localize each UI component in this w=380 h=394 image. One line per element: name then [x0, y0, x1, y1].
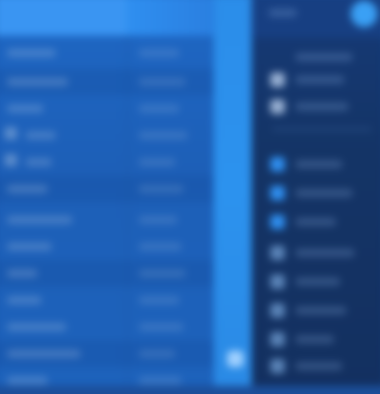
- list-item-label: [6, 349, 81, 358]
- dark-list-item[interactable]: [252, 180, 380, 207]
- list-item-label: [6, 184, 48, 194]
- dark-list-item-label: [295, 248, 355, 257]
- list-item-value: [138, 184, 184, 194]
- list-item-label: [6, 48, 57, 58]
- dark-list-item[interactable]: [252, 93, 380, 120]
- list-item-value: [138, 158, 176, 167]
- list-item-label: [25, 131, 57, 140]
- dark-list-item-label: [295, 102, 349, 111]
- list-item-value: [138, 104, 180, 113]
- dark-list-item[interactable]: [252, 151, 380, 178]
- list-item-value: [138, 48, 180, 58]
- list-item-label: [6, 376, 48, 385]
- list-item[interactable]: [0, 68, 214, 96]
- list-item-value: [138, 322, 184, 332]
- list-item-value: [138, 349, 176, 358]
- list-item-value: [138, 376, 182, 385]
- list-item-value: [138, 242, 182, 251]
- dark-list-item[interactable]: [252, 268, 380, 295]
- divider: [272, 128, 372, 131]
- list-item[interactable]: [0, 206, 214, 233]
- list-item[interactable]: [0, 340, 214, 368]
- list-item-label: [6, 77, 69, 86]
- dark-list-item[interactable]: [252, 297, 380, 324]
- header-secondary-label: [139, 5, 201, 19]
- dark-list-item[interactable]: [252, 209, 380, 236]
- scrollbar-track[interactable]: [213, 0, 252, 386]
- app-icon: [270, 245, 285, 261]
- list-item-value: [138, 296, 180, 305]
- header-active-tab-label: [7, 5, 110, 19]
- app-icon: [270, 274, 285, 289]
- app-icon: [270, 99, 285, 114]
- dark-list-item-label: [295, 75, 345, 84]
- dark-list-item-label: [295, 160, 343, 169]
- list-item[interactable]: [0, 95, 214, 122]
- list-item-label: [6, 296, 42, 305]
- app-icon: [270, 214, 285, 230]
- list-item-value: [138, 131, 188, 140]
- dark-list-item[interactable]: [252, 239, 380, 266]
- list-item[interactable]: [0, 287, 214, 314]
- list-item[interactable]: [0, 260, 214, 287]
- app-icon: [270, 185, 285, 201]
- list-item[interactable]: [0, 40, 214, 67]
- app-icon: [270, 72, 285, 87]
- file-icon: [4, 153, 17, 167]
- blurred-app-screen: [0, 0, 380, 386]
- app-icon: [270, 332, 285, 347]
- dark-list-item-label: [295, 277, 341, 286]
- list-item-label: [6, 269, 38, 278]
- dark-list-item-label: [295, 362, 343, 371]
- dark-list-item-label: [295, 306, 347, 315]
- list-item[interactable]: [0, 367, 214, 394]
- dark-list-item[interactable]: [252, 353, 380, 380]
- list-item[interactable]: [0, 314, 214, 341]
- dark-list-item-label: [295, 335, 335, 344]
- list-item[interactable]: [0, 175, 214, 203]
- list-item-label: [6, 322, 67, 332]
- dark-list-item-label: [295, 188, 353, 198]
- app-icon: [270, 157, 285, 172]
- list-item-label: [6, 104, 44, 113]
- app-icon: [270, 358, 285, 374]
- left-header: [0, 0, 214, 36]
- list-item-value: [138, 269, 186, 278]
- list-item[interactable]: [0, 122, 214, 149]
- list-item-label: [6, 215, 73, 224]
- dark-list-item-label: [295, 53, 353, 62]
- list-item-label: [6, 242, 52, 251]
- list-item-value: [138, 215, 178, 224]
- dark-list-item-label: [295, 217, 337, 227]
- list-item-label: [25, 158, 52, 167]
- list-item[interactable]: [0, 149, 214, 176]
- dark-panel-title: [268, 8, 298, 17]
- avatar[interactable]: [350, 0, 378, 28]
- scrollbar-thumb[interactable]: [227, 350, 244, 368]
- app-icon: [270, 303, 285, 318]
- dark-list-item[interactable]: [252, 326, 380, 353]
- list-item[interactable]: [0, 233, 214, 260]
- dark-list-item[interactable]: [252, 66, 380, 93]
- header-active-tab[interactable]: [0, 0, 127, 36]
- file-icon: [4, 127, 17, 140]
- list-item-value: [138, 77, 186, 86]
